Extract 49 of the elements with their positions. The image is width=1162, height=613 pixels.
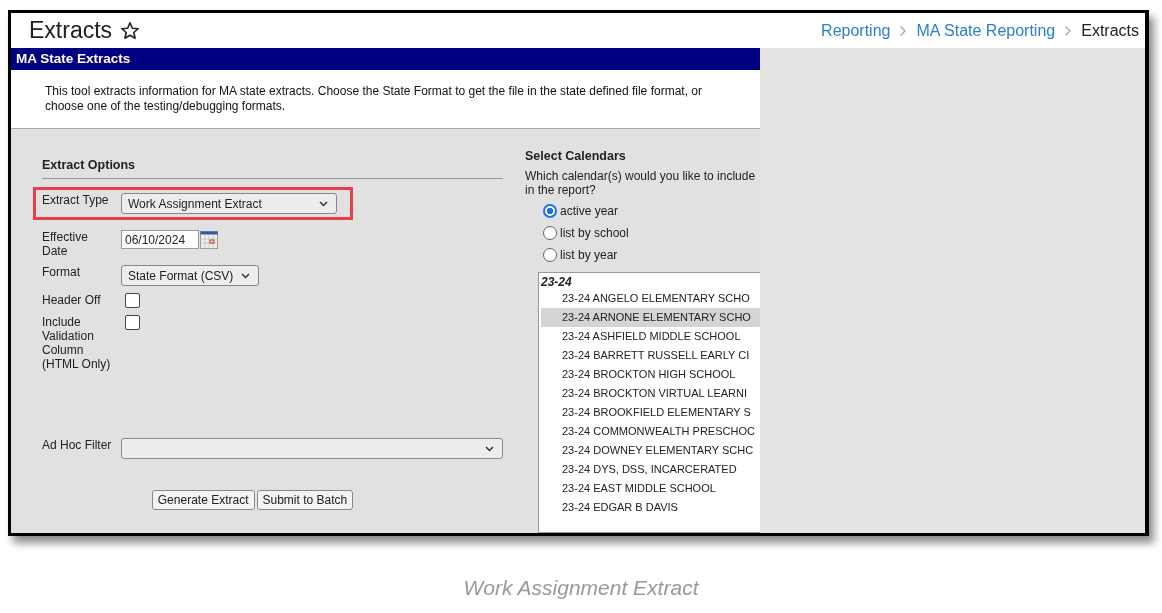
field-label: Extract Type [42,193,110,207]
radio-button[interactable] [543,204,557,218]
radio-label: active year [560,204,619,218]
field-label: Format [42,265,81,279]
figure-caption: Work Assignment Extract [462,576,701,600]
panel-description: This tool extracts information for MA state extracts. Choose the State Format to get the file in the state defined file format, or choose one of the testing/debugging formats. [11,70,760,129]
radio-label: list by year [560,248,618,262]
action-button[interactable]: Generate Extract [151,490,255,510]
page-title: Extracts [29,17,113,44]
section-heading: Select Calendars [525,149,627,163]
action-button[interactable]: Submit to Batch [256,490,354,510]
field-label: Header Off [42,293,102,307]
radio-button[interactable] [543,226,557,240]
breadcrumb-link[interactable]: MA State Reporting [916,21,1056,40]
calendar-item[interactable]: 23-24 COMMONWEALTH PRESCHOC [541,422,764,441]
calendar-question: Which calendar(s) would you like to include in the report? [525,169,757,197]
checkbox[interactable] [125,293,140,308]
calendar-item[interactable]: 23-24 EAST MIDDLE SCHOOL [541,479,764,498]
dropdown[interactable] [121,438,503,459]
chevron-icon [1064,24,1073,37]
calendar-item[interactable]: 23-24 BROCKTON VIRTUAL LEARNI [541,384,764,403]
calendar-item[interactable]: 23-24 BARRETT RUSSELL EARLY CI [541,346,764,365]
caret-icon [485,445,494,452]
chevron-icon [899,24,908,37]
radio-label: list by school [560,226,629,240]
field-label: Ad Hoc Filter [42,438,113,452]
checkbox[interactable] [125,315,140,330]
dropdown[interactable]: Work Assignment Extract [121,193,337,214]
calendar-item[interactable]: 23-24 BROCKTON HIGH SCHOOL [541,365,764,384]
calendar-item[interactable]: 23-24 DYS, DSS, INCARCERATED [541,460,764,479]
star-icon[interactable] [120,20,141,41]
caret-icon [241,272,251,279]
breadcrumb-current: Extracts [1081,21,1139,40]
section-heading: Extract Options [42,158,503,179]
field-label: Include Validation Column (HTML Only) [42,315,112,371]
panel-header: MA State Extracts [11,48,760,70]
caret-icon [319,200,328,207]
calendar-item[interactable]: 23-24 ASHFIELD MIDDLE SCHOOL [541,327,764,346]
list-group-heading: 23-24 [541,275,573,289]
date-field[interactable]: 06/10/2024 [121,230,199,249]
field-label: Effective Date [42,230,89,258]
calendar-item[interactable]: 23-24 BROOKFIELD ELEMENTARY S [541,403,764,422]
calendar-item[interactable]: 23-24 ANGELO ELEMENTARY SCHO [541,289,764,308]
radio-button[interactable] [543,248,557,262]
calendar-icon[interactable] [200,231,218,249]
calendar-item[interactable]: 23-24 DOWNEY ELEMENTARY SCHC [541,441,764,460]
breadcrumb-link[interactable]: Reporting [821,21,891,40]
calendar-item[interactable]: 23-24 EDGAR B DAVIS [541,498,764,517]
dropdown[interactable]: State Format (CSV) [121,265,260,286]
